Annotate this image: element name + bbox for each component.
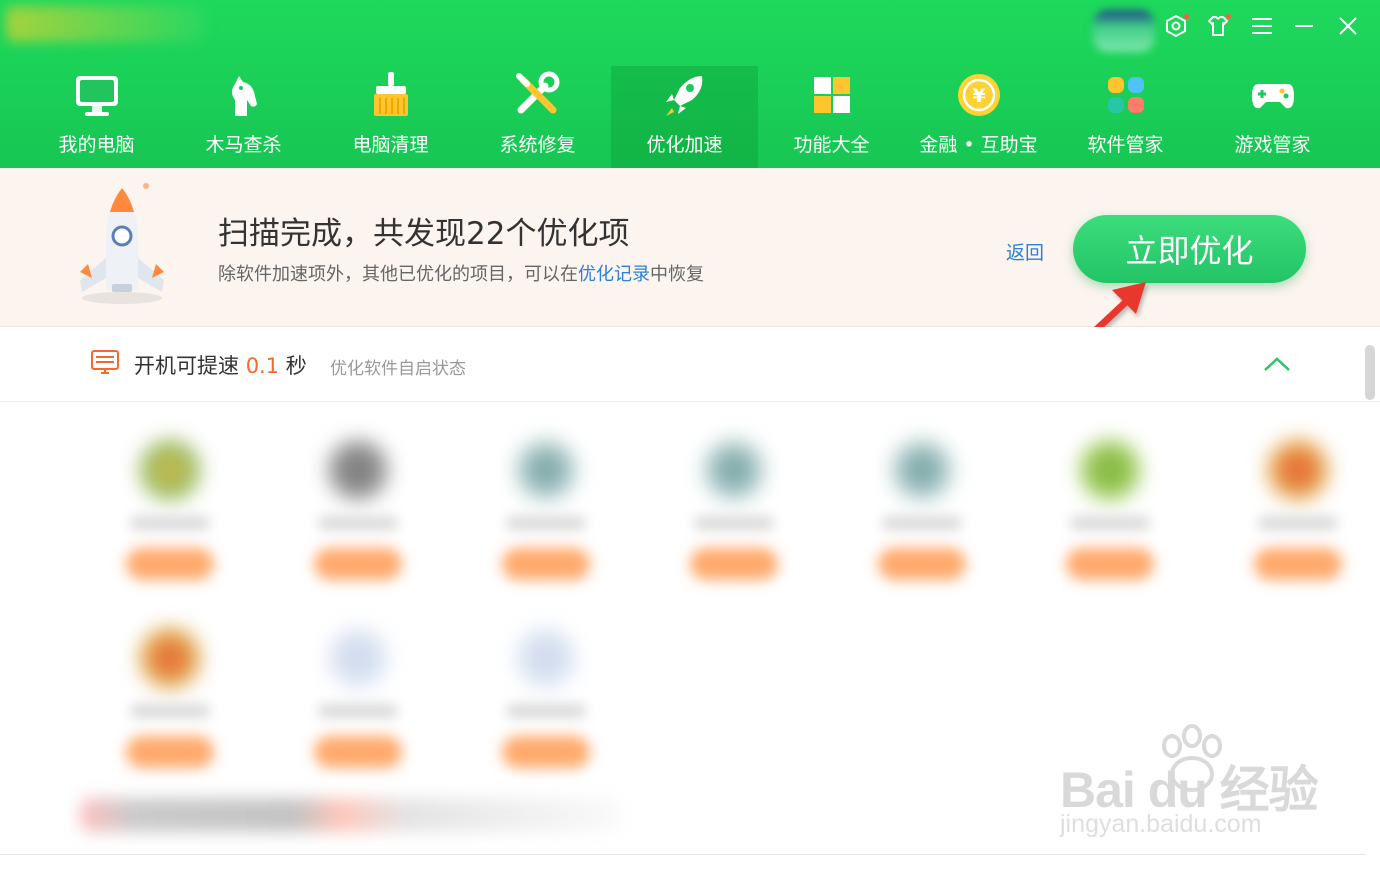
app-name (318, 704, 398, 718)
nav-item-all-features[interactable]: 功能大全 (758, 66, 905, 168)
nav-label: 游戏管家 (1234, 134, 1311, 156)
startup-section-header[interactable]: 开机可提速 0.1 秒 优化软件自启状态 (0, 327, 1380, 402)
nav-item-trojan-scan[interactable]: 木马查杀 (170, 66, 317, 168)
optimize-history-link[interactable]: 优化记录 (578, 264, 650, 285)
nav-item-speedup[interactable]: 优化加速 (611, 66, 758, 168)
app-icon (328, 440, 388, 500)
app-optimize-button[interactable] (1254, 548, 1342, 580)
app-name (318, 516, 398, 530)
app-optimize-button[interactable] (126, 548, 214, 580)
section-title-unit: 秒 (285, 354, 307, 378)
app-icon (328, 628, 388, 688)
app-item (1238, 430, 1358, 600)
nav-item-my-computer[interactable]: 我的电脑 (23, 66, 170, 168)
nav-item-software-manager[interactable]: 软件管家 (1052, 66, 1199, 168)
horse-icon (231, 76, 257, 116)
app-item (1050, 430, 1170, 600)
scan-result-subtitle: 除软件加速项外，其他已优化的项目，可以在优化记录中恢复 (218, 260, 704, 286)
tools-icon (515, 71, 559, 114)
app-optimize-button[interactable] (502, 548, 590, 580)
subtitle-text: 除软件加速项外，其他已优化的项目，可以在 (218, 264, 578, 285)
user-avatar[interactable] (1093, 10, 1155, 52)
minimize-icon[interactable] (1288, 10, 1320, 42)
app-icon (516, 628, 576, 688)
app-icon (516, 440, 576, 500)
app-item (110, 430, 230, 600)
chevron-up-icon[interactable] (1262, 355, 1292, 373)
scan-result-title: 扫描完成，共发现22个优化项 (218, 216, 630, 252)
app-optimize-button[interactable] (314, 736, 402, 768)
nav-item-game-manager[interactable]: 游戏管家 (1199, 66, 1346, 168)
apps-icon (1107, 77, 1144, 113)
nav-item-system-repair[interactable]: 系统修复 (464, 66, 611, 168)
app-item (674, 430, 794, 600)
gamepad-icon (1251, 84, 1294, 109)
app-item (862, 430, 982, 600)
app-icon (140, 440, 200, 500)
rocket-illustration-icon (80, 183, 164, 304)
nav-label: 木马查杀 (205, 134, 282, 156)
speedup-seconds: 0.1 (245, 354, 280, 378)
app-item (298, 618, 418, 788)
nav-label: 电脑清理 (352, 134, 429, 156)
app-item (110, 618, 230, 788)
app-name (506, 516, 586, 530)
divider (0, 854, 1365, 855)
app-name (1258, 516, 1338, 530)
nav-label: 我的电脑 (58, 134, 135, 156)
app-name (130, 704, 210, 718)
watermark-url: jingyan.baidu.com (1060, 810, 1262, 838)
app-icon (1080, 440, 1140, 500)
app-item (486, 430, 606, 600)
grid-icon (813, 77, 850, 113)
svg-text:¥: ¥ (972, 85, 985, 107)
section-title: 开机可提速 0.1 秒 (134, 350, 307, 380)
app-logo (6, 6, 206, 42)
app-optimize-button[interactable] (314, 548, 402, 580)
nav-label: 功能大全 (793, 134, 870, 156)
app-name (130, 516, 210, 530)
app-optimize-button[interactable] (126, 736, 214, 768)
close-icon[interactable] (1332, 10, 1364, 42)
scrollbar[interactable] (1365, 345, 1375, 400)
top-bar: 我的电脑 木马查杀 电脑清理 系统修复 优化加速 功能大全 ¥ 金融 • 互助宝… (0, 0, 1380, 168)
back-link[interactable]: 返回 (1006, 238, 1044, 265)
menu-icon[interactable] (1246, 10, 1278, 42)
app-optimize-button[interactable] (878, 548, 966, 580)
nav-label: 系统修复 (499, 134, 576, 156)
coin-icon: ¥ (957, 74, 1000, 116)
section-title-prefix: 开机可提速 (134, 354, 239, 378)
monitor-icon (75, 76, 118, 116)
nav-label: 软件管家 (1087, 134, 1164, 156)
app-name (506, 704, 586, 718)
app-icon (1268, 440, 1328, 500)
nav-label: 优化加速 (646, 134, 723, 156)
subtitle-text: 中恢复 (650, 264, 704, 285)
app-icon (140, 628, 200, 688)
app-name (694, 516, 774, 530)
broom-icon (373, 72, 408, 116)
app-optimize-button[interactable] (1066, 548, 1154, 580)
app-icon (704, 440, 764, 500)
app-name (1070, 516, 1150, 530)
app-item (486, 618, 606, 788)
app-optimize-button[interactable] (690, 548, 778, 580)
startup-monitor-icon (91, 350, 119, 374)
rocket-icon (665, 76, 702, 116)
blurred-footer-text (80, 798, 620, 832)
settings-icon[interactable] (1160, 10, 1192, 42)
baidu-jingyan-watermark: Bai du 经验 jingyan.baidu.com (1060, 722, 1319, 842)
app-item (298, 430, 418, 600)
app-name (882, 516, 962, 530)
nav-item-cleanup[interactable]: 电脑清理 (317, 66, 464, 168)
app-icon (892, 440, 952, 500)
skin-icon[interactable] (1202, 10, 1234, 42)
section-hint: 优化软件自启状态 (330, 359, 466, 379)
app-optimize-button[interactable] (502, 736, 590, 768)
nav-label: 金融 • 互助宝 (919, 134, 1038, 156)
nav-item-finance[interactable]: ¥ 金融 • 互助宝 (905, 66, 1052, 168)
